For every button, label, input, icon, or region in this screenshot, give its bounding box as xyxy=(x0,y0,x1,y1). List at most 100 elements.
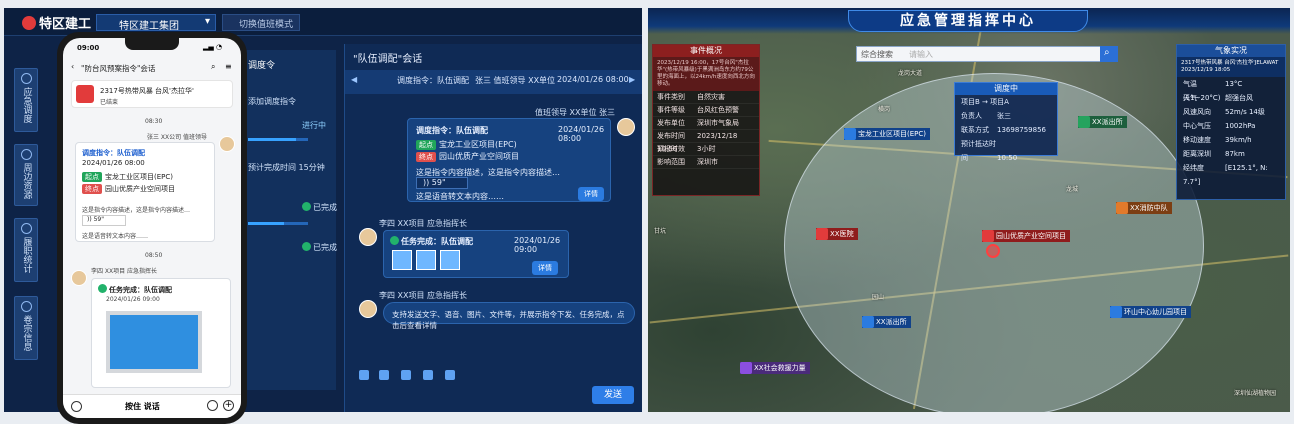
alert-icon xyxy=(76,85,94,103)
weather-description: 2317号热带风暴 台风'杰拉华'JELAWAT 2023/12/19 18:0… xyxy=(1177,57,1285,77)
book-icon[interactable] xyxy=(445,370,455,380)
emoji-icon[interactable] xyxy=(207,400,218,411)
popup-row: 负责人 张三 xyxy=(961,112,1011,120)
impact-center-marker[interactable] xyxy=(986,244,1000,258)
voice-message[interactable]: )) 59" xyxy=(416,177,468,189)
arrow-right-icon[interactable]: ▶ xyxy=(629,75,635,84)
arrow-left-icon[interactable]: ◀ xyxy=(351,75,357,84)
detail-button[interactable]: 详情 xyxy=(578,187,604,201)
voice-transcript: 这是语音转文本内容…… xyxy=(416,192,504,201)
card-time: 2024/01/26 09:00 xyxy=(106,296,160,303)
status-time: 09:00 xyxy=(77,44,100,52)
voice-message[interactable]: )) 59" xyxy=(82,215,126,226)
search-icon[interactable]: ⌕ xyxy=(211,62,215,72)
start-location: 宝龙工业区项目(EPC) xyxy=(105,173,173,181)
back-icon[interactable]: ‹ xyxy=(71,62,74,71)
end-tag: 终点 xyxy=(82,184,102,194)
card-title: 调度指令：队伍调配 xyxy=(416,126,488,135)
card-title: 调度指令：队伍调配 xyxy=(82,149,145,157)
rail-item-dossier[interactable]: 卷宗信息 xyxy=(14,296,38,360)
avatar xyxy=(71,270,87,286)
status-done: 已完成 xyxy=(302,202,337,213)
timestamp: 08:30 xyxy=(145,118,163,125)
mic-icon[interactable] xyxy=(359,370,369,380)
poi-project-marker[interactable]: 园山优质产业空间项目 xyxy=(982,230,1070,242)
rail-item-emergency-dispatch[interactable]: 应急调度 xyxy=(14,68,38,132)
menu-icon[interactable]: ≡ xyxy=(225,62,232,71)
voice-toggle-icon[interactable] xyxy=(71,401,82,412)
weather-row: 天气 超强台风 xyxy=(1183,94,1253,102)
event-row: 事件等级 台风红色预警 xyxy=(653,104,759,117)
folder-icon[interactable] xyxy=(401,370,411,380)
hold-to-talk-button[interactable]: 按住 说话 xyxy=(125,401,160,412)
poi-police-marker[interactable]: XX派出所 xyxy=(862,316,911,328)
company-logo: 特区建工 xyxy=(22,13,91,32)
poi-project-marker[interactable]: 环山中心幼儿园项目 xyxy=(1110,306,1191,318)
check-icon xyxy=(302,202,311,211)
eta-text: 预计完成时间 15分钟 xyxy=(248,163,325,172)
start-location: 宝龙工业区项目(EPC) xyxy=(439,140,517,149)
add-dispatch-order[interactable]: 添加调度指令 xyxy=(248,96,296,107)
send-button[interactable]: 发送 xyxy=(592,386,634,404)
chat-title: "防台风预案指令"会话 xyxy=(81,64,156,73)
popup-row: 预计抵达时间 10:50 xyxy=(961,140,1018,162)
org-select[interactable]: 特区建工集团 ▾ xyxy=(96,14,216,32)
chat-title: "队伍调配"会话 xyxy=(353,54,423,65)
detail-button[interactable]: 详情 xyxy=(532,261,558,275)
search-input[interactable]: 请输入 xyxy=(909,49,933,60)
event-notice[interactable]: 2317号热带风暴 台风'杰拉华' 已结束 xyxy=(71,80,233,108)
image-thumbnail[interactable] xyxy=(440,250,460,270)
map-label: 园山 xyxy=(872,294,885,301)
search-button[interactable]: ⌕ xyxy=(1100,46,1118,62)
notice-status: 已结束 xyxy=(100,99,119,106)
poi-hospital-marker[interactable]: XX医院 xyxy=(816,228,858,240)
logo-icon xyxy=(22,16,36,30)
popup-route: 项目B → 项目A xyxy=(961,98,1009,106)
progress-bar xyxy=(248,222,308,225)
fire-icon xyxy=(1116,202,1128,214)
weather-row: 移动速度 39km/h xyxy=(1183,136,1252,144)
map-label: 横岗 xyxy=(878,106,891,113)
poi-project-marker[interactable]: 宝龙工业区项目(EPC) xyxy=(844,128,930,140)
rail-item-nearby-resources[interactable]: 周边资源 xyxy=(14,144,38,206)
check-icon xyxy=(302,242,311,251)
card-time: 2024/01/26 08:00 xyxy=(82,159,145,167)
sender-label: 值班领导 XX单位 张三 xyxy=(535,108,616,117)
map-label: 龙城 xyxy=(1066,186,1079,193)
start-tag: 起点 xyxy=(416,140,436,150)
plus-icon[interactable]: + xyxy=(223,400,234,411)
chat-icon[interactable] xyxy=(423,370,433,380)
sender-label: 张三 XX公司 值班领导 xyxy=(147,134,208,141)
pinned-order-carousel[interactable]: ◀ 调度指令：队伍调配 张三 值班领导 XX单位 2024/01/26 08:0… xyxy=(345,70,642,94)
image-thumbnail[interactable] xyxy=(416,250,436,270)
weather-row: 距离深圳 87km xyxy=(1183,150,1245,158)
search-type-select[interactable]: 综合搜索 xyxy=(861,49,893,60)
status-in-progress: 进行中 xyxy=(302,121,326,130)
switch-duty-mode-button[interactable]: 切换值班模式 xyxy=(222,14,301,31)
weather-row: 经纬度 [E125.1°, N: 7.7°] xyxy=(1183,164,1268,186)
avatar xyxy=(219,136,235,152)
card-time: 2024/01/26 08:00 xyxy=(558,125,605,143)
dispatch-popup[interactable]: 调度中 项目B → 项目A 负责人 张三 联系方式 13698759856 预计抵达… xyxy=(954,82,1058,162)
dispatch-tab[interactable]: 调度令 xyxy=(248,58,275,71)
dispatch-order-card[interactable]: 调度指令：队伍调配 2024/01/26 08:00 起点 宝龙工业区项目(EPC… xyxy=(407,118,611,202)
map-label: 龙岗大道 xyxy=(898,70,923,77)
phone-notch xyxy=(125,38,179,50)
event-description: 2023/12/19 16:00，17号台风"杰拉华"(热带风暴级)于黑满洲岛东… xyxy=(653,57,759,91)
card-time: 2024/01/26 09:00 xyxy=(514,236,561,254)
task-complete-card[interactable]: 任务完成：队伍调配 2024/01/26 09:00 详情 xyxy=(383,230,569,278)
start-tag: 起点 xyxy=(82,172,102,182)
dispatch-order-card[interactable]: 调度指令：队伍调配 2024/01/26 08:00 起点 宝龙工业区项目(EPC… xyxy=(75,142,215,242)
map-label: 深圳仙湖植物园 xyxy=(1234,390,1277,397)
poi-fire-station-marker[interactable]: XX消防中队 xyxy=(1116,202,1172,214)
image-icon[interactable] xyxy=(379,370,389,380)
poi-police-marker[interactable]: XX派出所 xyxy=(1078,116,1127,128)
task-complete-card[interactable]: 任务完成：队伍调配 2024/01/26 09:00 xyxy=(91,278,231,388)
rail-item-duty-stats[interactable]: 履职统计 xyxy=(14,218,38,282)
sender-label: 李四 XX项目 应急指挥长 xyxy=(379,219,468,228)
search-bar[interactable]: 综合搜索 请输入 ⌕ xyxy=(856,46,1118,62)
event-row: 预报时效 3小时 xyxy=(653,143,759,156)
image-thumbnail[interactable] xyxy=(392,250,412,270)
poi-rescue-marker[interactable]: XX社会救援力量 xyxy=(740,362,810,374)
image-attachment[interactable] xyxy=(106,311,202,373)
